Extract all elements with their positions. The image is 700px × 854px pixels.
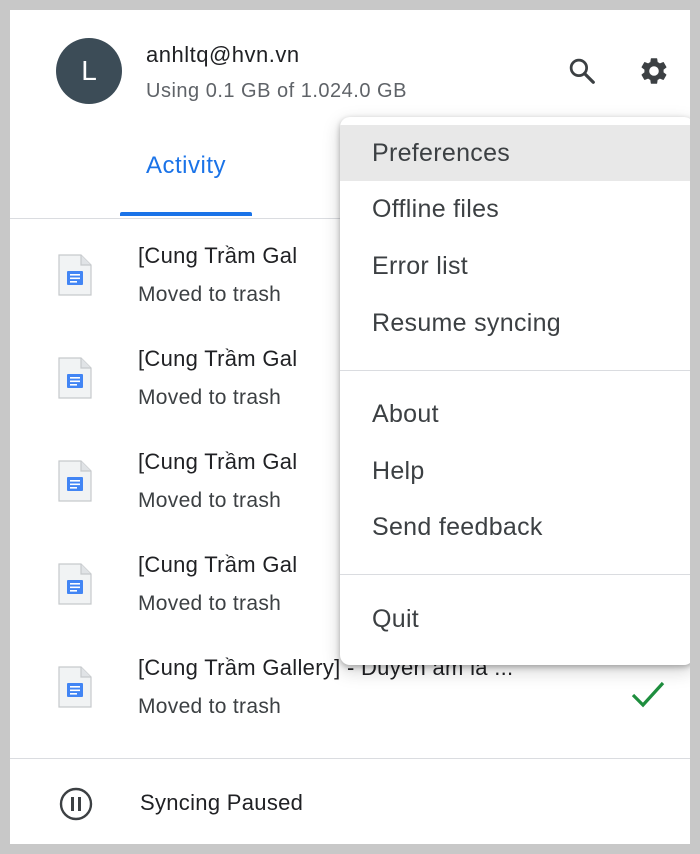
storage-usage: Using 0.1 GB of 1.024.0 GB	[146, 80, 407, 102]
sync-status: Syncing Paused	[140, 790, 304, 815]
menu-item-error-list[interactable]: Error list	[340, 238, 690, 294]
settings-button[interactable]	[637, 54, 671, 88]
menu-item-help[interactable]: Help	[340, 443, 690, 499]
menu-item-quit[interactable]: Quit	[340, 591, 690, 647]
item-status: Moved to trash	[138, 283, 282, 306]
drive-activity-window: L anhltq@hvn.vn Using 0.1 GB of 1.024.0 …	[10, 10, 690, 844]
menu-item-about[interactable]: About	[340, 386, 690, 442]
item-status: Moved to trash	[138, 489, 282, 512]
footer-divider	[10, 758, 690, 759]
menu-item-send-feedback[interactable]: Send feedback	[340, 499, 690, 555]
item-title: [Cung Trầm Gal	[138, 449, 298, 474]
google-doc-icon	[58, 357, 92, 399]
menu-separator	[340, 370, 690, 371]
google-doc-icon	[58, 563, 92, 605]
menu-item-preferences[interactable]: Preferences	[340, 125, 690, 181]
check-icon	[631, 681, 665, 708]
pause-circle-icon[interactable]	[58, 786, 94, 822]
avatar[interactable]: L	[56, 38, 122, 104]
item-status: Moved to trash	[138, 386, 282, 409]
settings-menu: Preferences Offline files Error list Res…	[340, 117, 690, 665]
account-email: anhltq@hvn.vn	[146, 42, 300, 67]
google-doc-icon	[58, 460, 92, 502]
item-status: Moved to trash	[138, 592, 282, 615]
google-doc-icon	[58, 254, 92, 296]
item-title: [Cung Trầm Gal	[138, 552, 298, 577]
active-tab-indicator	[120, 212, 252, 216]
item-status: Moved to trash	[138, 695, 282, 718]
gear-icon	[641, 58, 667, 84]
menu-separator	[340, 574, 690, 575]
menu-item-offline-files[interactable]: Offline files	[340, 181, 690, 237]
search-icon	[569, 58, 595, 84]
menu-item-resume-syncing[interactable]: Resume syncing	[340, 295, 690, 351]
item-title: [Cung Trầm Gal	[138, 346, 298, 371]
item-title: [Cung Trầm Gal	[138, 243, 298, 268]
search-button[interactable]	[565, 54, 599, 88]
tab-activity[interactable]: Activity	[120, 148, 252, 218]
google-doc-icon	[58, 666, 92, 708]
